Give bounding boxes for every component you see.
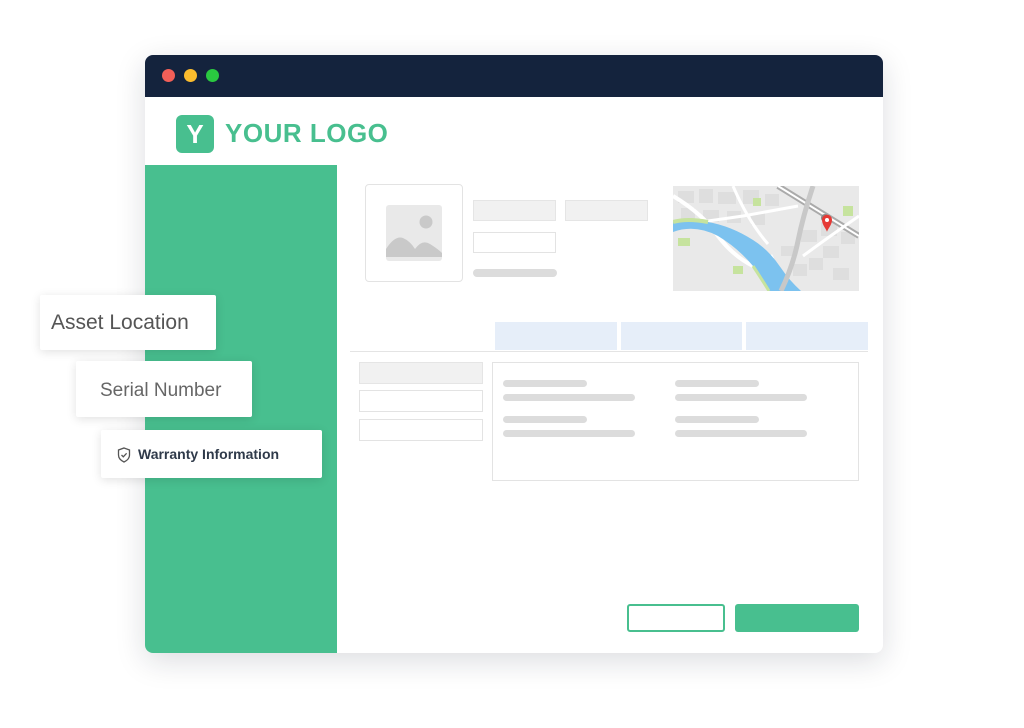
app-window: Y YOUR LOGO <box>145 55 883 653</box>
tab-3[interactable] <box>746 322 868 350</box>
warranty-information-card[interactable]: Warranty Information <box>101 430 322 478</box>
tab-1[interactable] <box>495 322 617 350</box>
minimize-window-button[interactable] <box>184 69 197 82</box>
maximize-window-button[interactable] <box>206 69 219 82</box>
detail-label-line <box>503 416 587 423</box>
detail-value-line <box>675 394 807 401</box>
logo-text: YOUR LOGO <box>225 118 389 148</box>
header-field-2 <box>565 200 648 221</box>
detail-value-line <box>503 394 635 401</box>
header-input[interactable] <box>473 232 556 253</box>
tab-2[interactable] <box>621 322 742 350</box>
tab-divider <box>350 351 868 352</box>
header-text-line <box>473 269 557 277</box>
asset-location-card[interactable]: Asset Location <box>40 295 216 350</box>
save-button[interactable] <box>735 604 859 632</box>
warranty-information-label: Warranty Information <box>138 446 280 462</box>
cancel-button[interactable] <box>627 604 725 632</box>
image-placeholder-icon <box>386 205 442 261</box>
title-bar <box>145 55 883 97</box>
location-map[interactable] <box>673 186 859 291</box>
serial-number-card[interactable]: Serial Number <box>76 361 252 417</box>
serial-number-label: Serial Number <box>100 380 222 401</box>
detail-label-line <box>675 416 759 423</box>
detail-label-line <box>675 380 759 387</box>
detail-label-line <box>503 380 587 387</box>
form-field-1[interactable] <box>359 390 483 412</box>
close-window-button[interactable] <box>162 69 175 82</box>
form-field-2[interactable] <box>359 419 483 441</box>
detail-value-line <box>503 430 635 437</box>
asset-image-placeholder <box>365 184 463 282</box>
form-label-placeholder <box>359 362 483 384</box>
shield-check-icon <box>117 447 131 463</box>
header-field-1 <box>473 200 556 221</box>
logo-mark: Y <box>176 115 214 153</box>
asset-location-label: Asset Location <box>51 311 189 334</box>
detail-value-line <box>675 430 807 437</box>
